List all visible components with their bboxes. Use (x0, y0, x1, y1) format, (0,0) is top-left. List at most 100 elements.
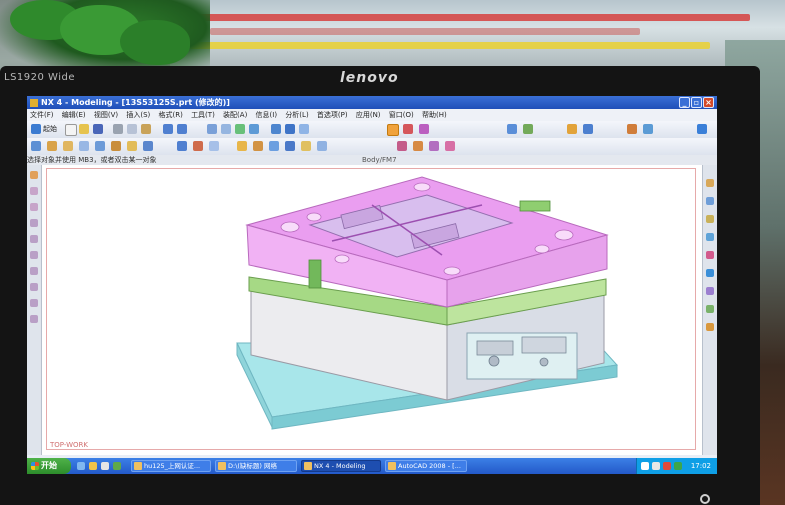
system-scenes-icon[interactable] (706, 323, 714, 331)
grid-icon[interactable] (30, 283, 38, 291)
assembly-icon[interactable] (627, 124, 637, 134)
browser-quick-icon[interactable] (89, 462, 97, 470)
block-icon[interactable] (127, 141, 137, 151)
history-icon[interactable] (706, 233, 714, 241)
taskbar-item[interactable]: D:\(缺标题) 网络 (215, 460, 297, 472)
mirror-icon[interactable] (317, 141, 327, 151)
endpoint-icon[interactable] (30, 187, 38, 195)
power-button[interactable] (700, 494, 710, 504)
point-icon[interactable] (419, 124, 429, 134)
render-style-icon[interactable] (271, 124, 281, 134)
menu-tools[interactable]: 工具(T) (191, 111, 215, 119)
hole-icon[interactable] (79, 141, 89, 151)
close-button[interactable]: × (703, 97, 714, 108)
open-folder-icon[interactable] (79, 124, 89, 134)
roles-icon[interactable] (706, 305, 714, 313)
axis-icon[interactable] (30, 315, 38, 323)
chamfer-icon[interactable] (253, 141, 263, 151)
menu-analysis[interactable]: 分析(L) (285, 111, 308, 119)
offset-icon[interactable] (413, 141, 423, 151)
paste-icon[interactable] (141, 124, 151, 134)
process-studio-icon[interactable] (706, 287, 714, 295)
left-toolbar (27, 165, 42, 455)
help-icon[interactable] (697, 124, 707, 134)
subtract-icon[interactable] (193, 141, 203, 151)
start-icon[interactable] (31, 124, 41, 134)
tools-icon[interactable] (643, 124, 653, 134)
taskbar-item[interactable]: hu125_上网认证... (131, 460, 211, 472)
menu-information[interactable]: 信息(I) (256, 111, 278, 119)
blend-icon[interactable] (237, 141, 247, 151)
layer-icon[interactable] (523, 124, 533, 134)
rotate-icon[interactable] (249, 124, 259, 134)
curve-icon[interactable] (397, 141, 407, 151)
analysis-icon[interactable] (583, 124, 593, 134)
part-navigator-icon[interactable] (706, 197, 714, 205)
mold-assembly-model[interactable] (42, 165, 702, 455)
mold-wizard-icon[interactable] (567, 124, 577, 134)
assembly-navigator-icon[interactable] (706, 179, 714, 187)
unite-icon[interactable] (177, 141, 187, 151)
measure-icon[interactable] (507, 124, 517, 134)
menu-application[interactable]: 应用(N) (356, 111, 381, 119)
menu-file[interactable]: 文件(F) (30, 111, 54, 119)
show-desktop-icon[interactable] (77, 462, 85, 470)
pocket-icon[interactable] (111, 141, 121, 151)
select-icon[interactable] (387, 124, 399, 136)
intersect-icon[interactable] (209, 141, 219, 151)
minimize-button[interactable]: _ (679, 97, 690, 108)
undo-icon[interactable] (163, 124, 173, 134)
restore-button[interactable]: ▫ (691, 97, 702, 108)
reuse-library-icon[interactable] (706, 215, 714, 223)
menu-edit[interactable]: 编辑(E) (62, 111, 86, 119)
app-quick-icon[interactable] (113, 462, 121, 470)
start-menu-label[interactable]: 起始 (43, 124, 57, 134)
snap-icon[interactable] (403, 124, 413, 134)
menu-preferences[interactable]: 首选项(P) (317, 111, 348, 119)
redo-icon[interactable] (177, 124, 187, 134)
pan-icon[interactable] (235, 124, 245, 134)
menu-format[interactable]: 格式(R) (159, 111, 183, 119)
shaded-icon[interactable] (285, 124, 295, 134)
center-icon[interactable] (30, 219, 38, 227)
taskbar-item[interactable]: AutoCAD 2008 - [... (385, 460, 467, 472)
pattern-icon[interactable] (301, 141, 311, 151)
volume-icon[interactable] (652, 462, 660, 470)
dimension-icon[interactable] (429, 141, 439, 151)
intersection-icon[interactable] (30, 251, 38, 259)
menu-window[interactable]: 窗口(O) (389, 111, 414, 119)
revolve-icon[interactable] (63, 141, 73, 151)
trim-icon[interactable] (285, 141, 295, 151)
graphics-viewport[interactable]: TOP-WORK (42, 165, 702, 455)
web-browser-icon[interactable] (706, 269, 714, 277)
ime-icon[interactable] (674, 462, 682, 470)
fit-view-icon[interactable] (207, 124, 217, 134)
tangent-icon[interactable] (30, 267, 38, 275)
constraint-icon[interactable] (445, 141, 455, 151)
menu-insert[interactable]: 插入(S) (126, 111, 150, 119)
media-quick-icon[interactable] (101, 462, 109, 470)
menu-view[interactable]: 视图(V) (94, 111, 118, 119)
quadrant-icon[interactable] (30, 235, 38, 243)
menu-assemblies[interactable]: 装配(A) (223, 111, 247, 119)
midpoint-icon[interactable] (30, 203, 38, 211)
cut-icon[interactable] (113, 124, 123, 134)
zoom-icon[interactable] (221, 124, 231, 134)
wireframe-icon[interactable] (299, 124, 309, 134)
antivirus-icon[interactable] (663, 462, 671, 470)
network-icon[interactable] (641, 462, 649, 470)
shell-icon[interactable] (269, 141, 279, 151)
copy-icon[interactable] (127, 124, 137, 134)
start-button[interactable]: 开始 (27, 458, 71, 474)
new-file-icon[interactable] (65, 124, 77, 136)
extrude-icon[interactable] (47, 141, 57, 151)
menu-help[interactable]: 帮助(H) (422, 111, 447, 119)
sketch-icon[interactable] (31, 141, 41, 151)
palette-icon[interactable] (706, 251, 714, 259)
save-icon[interactable] (93, 124, 103, 134)
boss-icon[interactable] (95, 141, 105, 151)
cylinder-icon[interactable] (143, 141, 153, 151)
taskbar-item-active[interactable]: NX 4 - Modeling (301, 460, 381, 472)
snap-point-icon[interactable] (30, 171, 38, 179)
plane-icon[interactable] (30, 299, 38, 307)
